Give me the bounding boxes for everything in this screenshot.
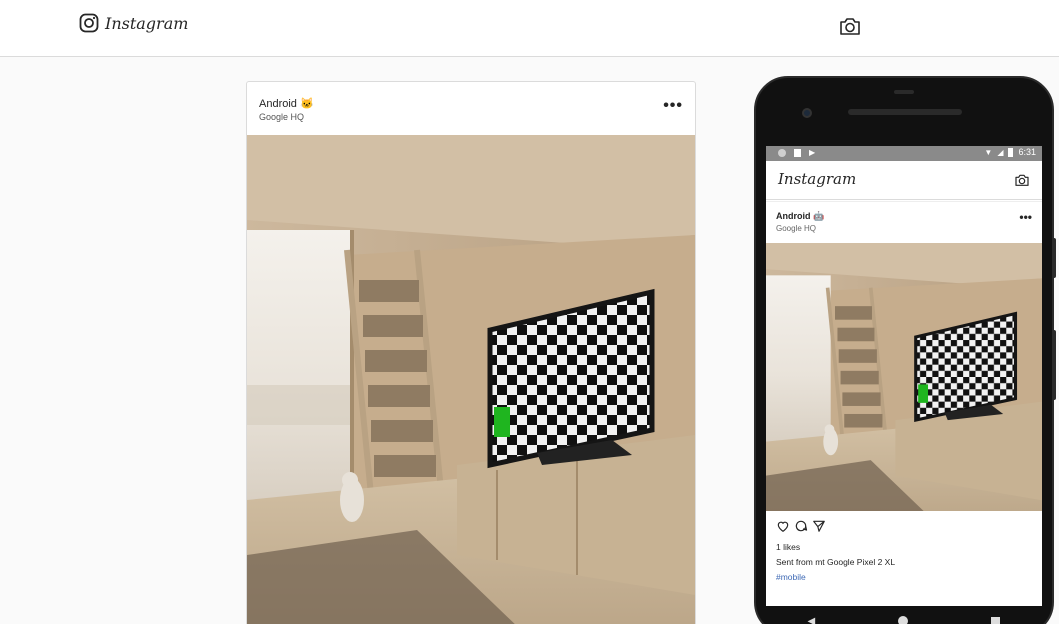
sd-card-icon <box>794 148 801 157</box>
post-username[interactable]: Android 🐱 <box>259 97 314 110</box>
camera-icon[interactable] <box>838 14 862 38</box>
phone-speaker <box>848 109 962 115</box>
phone-screen: ▶ ▼ ◢ 6:31 Instagram Android 🤖 Google HQ… <box>766 146 1042 606</box>
comment-icon[interactable] <box>794 519 808 533</box>
signal-icon: ◢ <box>997 147 1004 157</box>
back-icon[interactable]: ◀ <box>808 616 816 624</box>
post-caption: Sent from mt Google Pixel 2 XL <box>776 557 896 567</box>
battery-icon <box>1008 147 1014 157</box>
more-options-icon[interactable]: ••• <box>1019 210 1032 224</box>
phone-mockup: ▶ ▼ ◢ 6:31 Instagram Android 🤖 Google HQ… <box>754 76 1054 624</box>
post-header: Android 🐱 Google HQ ••• <box>247 82 695 135</box>
share-icon[interactable] <box>812 519 826 533</box>
front-camera-icon <box>802 108 812 118</box>
post-photo <box>247 135 695 624</box>
more-options-icon[interactable]: ••• <box>663 97 683 115</box>
mobile-post-header: Android 🤖 Google HQ ••• <box>766 201 1042 243</box>
notification-dot-icon <box>778 148 786 157</box>
brand-wordmark: Instagram <box>105 13 189 33</box>
mobile-post-photo <box>766 243 1042 511</box>
instagram-logo-icon <box>79 13 99 33</box>
heart-icon[interactable] <box>776 519 790 533</box>
top-navigation-bar: Instagram <box>0 0 1059 57</box>
instagram-home-link[interactable]: Instagram <box>79 13 188 33</box>
android-nav-bar: ◀ <box>766 606 1042 624</box>
status-bar: ▶ ▼ ◢ 6:31 <box>766 146 1042 161</box>
camera-icon[interactable] <box>1014 172 1030 188</box>
home-icon[interactable] <box>898 616 909 624</box>
app-header: Instagram <box>766 161 1042 200</box>
post-actions <box>776 519 826 533</box>
phone-sensor <box>894 90 914 94</box>
post-location[interactable]: Google HQ <box>259 112 304 122</box>
hashtag-link[interactable]: #mobile <box>776 572 806 582</box>
play-icon: ▶ <box>809 148 816 157</box>
status-time: 6:31 <box>1018 147 1036 157</box>
wifi-icon: ▼ <box>984 147 993 157</box>
feed-post: Android 🐱 Google HQ ••• <box>246 81 696 624</box>
mobile-post-location[interactable]: Google HQ <box>776 224 816 233</box>
likes-count: 1 likes <box>776 542 801 552</box>
mobile-post-username[interactable]: Android 🤖 <box>776 211 824 222</box>
recents-icon[interactable] <box>991 616 1001 624</box>
app-brand-wordmark[interactable]: Instagram <box>778 170 856 188</box>
